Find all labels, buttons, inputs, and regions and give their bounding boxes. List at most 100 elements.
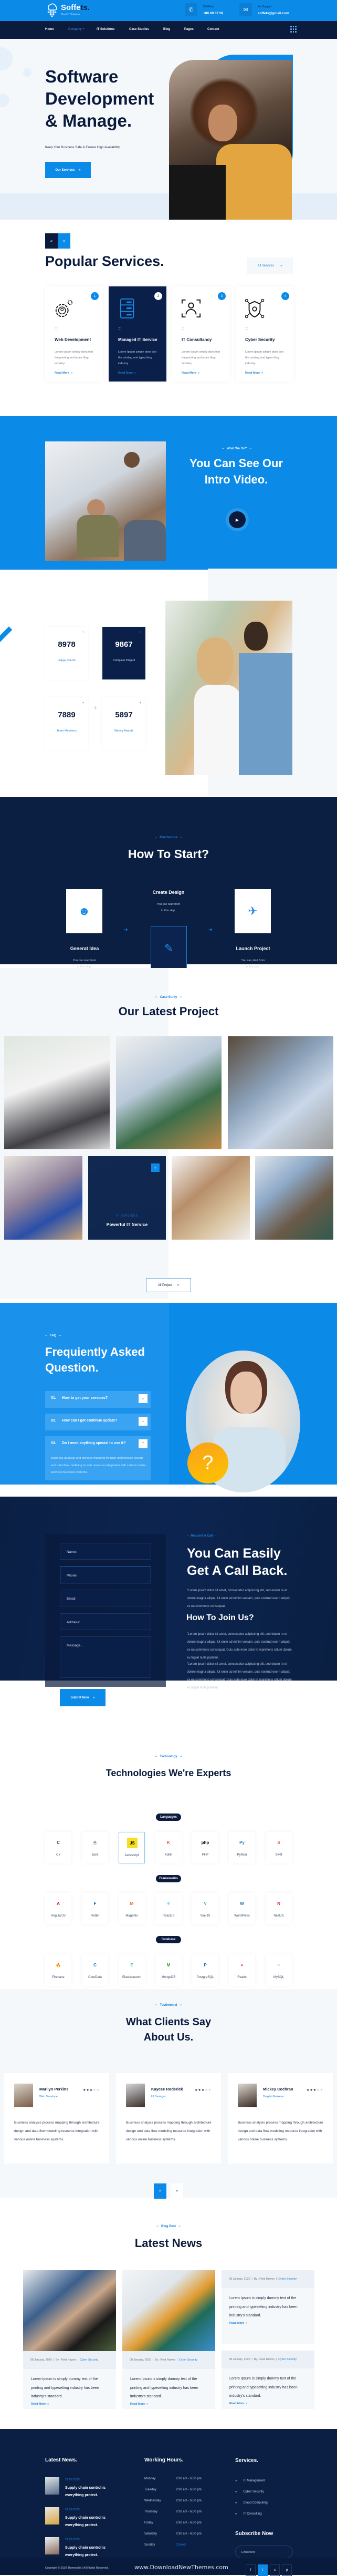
read-more-link[interactable]: Read More » — [245, 372, 263, 375]
skype-icon[interactable]: s — [270, 2564, 280, 2576]
facebook-icon[interactable]: f — [246, 2564, 256, 2576]
nav-home[interactable]: Home — [45, 28, 54, 31]
tech-card[interactable]: ~ MySQL — [266, 1954, 292, 1986]
tech-card[interactable]: S Swift — [266, 1832, 292, 1863]
tech-card[interactable]: C CoreData — [82, 1954, 108, 1986]
nav-pages[interactable]: Pages — [184, 28, 194, 31]
service-card[interactable]: 3 :::::: IT Consultancy Lorem Ipsum simp… — [172, 286, 230, 382]
email-field[interactable]: Email: — [60, 1590, 151, 1606]
service-card[interactable]: 4 :::::: Cyber Security Lorem Ipsum simp… — [236, 286, 293, 382]
hours-time: Closed — [176, 2543, 186, 2547]
support-email[interactable]: soffets@gmail.com — [258, 12, 289, 15]
tech-name: Flutter — [90, 1914, 100, 1918]
menu-grid-icon[interactable] — [290, 26, 297, 33]
all-project-button[interactable]: All Project» — [146, 1278, 191, 1292]
subscribe-email-input[interactable]: Email here — [235, 2546, 293, 2558]
nav-case-studies[interactable]: Case Studies — [129, 28, 149, 31]
play-button[interactable]: ▶ — [229, 511, 246, 528]
read-more-link[interactable]: Read More » — [55, 372, 72, 375]
project-photo[interactable] — [172, 1156, 250, 1240]
chevron-down-icon[interactable]: ⌄ — [139, 1394, 148, 1403]
footer-news-link[interactable]: Supply chain control is everything prote… — [65, 2515, 112, 2529]
tech-card[interactable]: ● Realm — [229, 1954, 255, 1986]
project-photo[interactable] — [255, 1156, 333, 1240]
footer-news-link[interactable]: Supply chain control is everything prote… — [65, 2544, 112, 2559]
project-featured[interactable]: + IT SERVICES Powerful IT Service — [88, 1156, 166, 1240]
hero-prev-button[interactable]: « — [45, 233, 58, 249]
nav-contact[interactable]: Contact — [207, 28, 219, 31]
tech-card[interactable]: F Flutter — [82, 1893, 108, 1924]
tech-card[interactable]: Py Python — [229, 1832, 255, 1863]
footer-news-date: 22.08.2020 — [65, 2508, 80, 2511]
message-field[interactable]: Message... — [60, 1636, 151, 1678]
footer-news-link[interactable]: Supply chain control is everything prote… — [65, 2485, 112, 2499]
footer-news-thumb[interactable] — [45, 2477, 59, 2495]
nav-it-solutions[interactable]: IT Solutions — [97, 28, 114, 31]
realm-logo-icon: ● — [240, 1962, 244, 1967]
tech-card[interactable]: M MongoDB — [155, 1954, 182, 1986]
news-card[interactable]: 08 January, 2020 | By : Reid Hawes | Cyb… — [122, 2270, 215, 2409]
call-value[interactable]: +88 69 37 58 — [203, 12, 223, 15]
twitter-icon[interactable]: t — [258, 2564, 268, 2576]
tech-card[interactable]: C C# — [45, 1832, 71, 1863]
our-services-button[interactable]: Our Services» — [45, 162, 91, 178]
tech-card[interactable]: ⚛ ReactJS — [155, 1893, 182, 1924]
address-field[interactable]: Address: — [60, 1613, 151, 1630]
tech-card[interactable]: N NestJS — [266, 1893, 292, 1924]
hours-day: Sunday — [144, 2543, 155, 2547]
all-services-button[interactable]: All Services» — [247, 257, 293, 274]
read-more-link[interactable]: Read More » — [182, 372, 199, 375]
testimonial-next-button[interactable]: » — [171, 2183, 183, 2199]
tech-card[interactable]: JS Javascript — [119, 1832, 145, 1863]
tech-card[interactable]: A AngularJS — [45, 1893, 71, 1924]
testimonial-prev-button[interactable]: « — [154, 2183, 166, 2199]
name-field[interactable]: Name: — [60, 1543, 151, 1560]
footer-service-link[interactable]: » IT Consulting — [235, 2512, 262, 2516]
chevron-down-icon[interactable]: ⌄ — [139, 1417, 148, 1426]
read-more-link[interactable]: Read More » — [229, 2402, 247, 2405]
project-photo[interactable] — [4, 1156, 82, 1240]
service-card[interactable]: 1 :::::: Web Development Lorem Ipsum sim… — [45, 286, 103, 382]
tech-card[interactable]: M Magento — [119, 1893, 145, 1924]
news-card[interactable]: 08 January, 2020 | By : Reid Hawes | Cyb… — [222, 2270, 314, 2344]
read-more-link[interactable]: Read More » — [31, 2403, 49, 2406]
tech-card[interactable]: 🔥 Firebase — [45, 1954, 71, 1986]
tech-card[interactable]: E Elasticsearch — [119, 1954, 145, 1986]
tech-card[interactable]: php PHP — [192, 1832, 218, 1863]
client-role: Deigital Marketer — [263, 2095, 285, 2098]
faq-item[interactable]: 02. How can I get continue update? ⌄ — [45, 1414, 151, 1430]
footer-news-thumb[interactable] — [45, 2537, 59, 2554]
read-more-link[interactable]: Read More » — [229, 2322, 247, 2325]
star-rating: ★★★★★ — [307, 2088, 323, 2092]
news-card[interactable]: 08 January, 2020 | By : Reid Hawes | Cyb… — [23, 2270, 116, 2409]
tech-card[interactable]: W WordPress — [229, 1893, 255, 1924]
project-photo[interactable] — [4, 1036, 110, 1149]
read-more-link[interactable]: Read More » — [130, 2403, 148, 2406]
faq-item[interactable]: 01. How to get your services? ⌄ — [45, 1391, 151, 1408]
tech-card[interactable]: K Kotlin — [155, 1832, 182, 1863]
footer-service-link[interactable]: » Cyber Security — [235, 2490, 264, 2493]
footer-service-link[interactable]: » IT Management — [235, 2479, 265, 2482]
plus-button[interactable]: + — [151, 1163, 160, 1172]
news-card[interactable]: 08 January, 2020 | By : Reid Hawes | Cyb… — [222, 2351, 314, 2409]
tech-card[interactable]: V Vue.JS — [192, 1893, 218, 1924]
nav-company[interactable]: Company + — [68, 28, 85, 31]
footer-service-link[interactable]: » Cloud Computing — [235, 2501, 268, 2505]
hero-next-button[interactable]: » — [58, 233, 70, 249]
chevron-up-icon[interactable]: ⌃ — [139, 1439, 148, 1448]
nav-blog[interactable]: Blog — [163, 28, 170, 31]
pinterest-icon[interactable]: p — [282, 2564, 292, 2576]
read-more-link[interactable]: Read More » — [118, 372, 136, 375]
tech-card[interactable]: ☕ Java — [82, 1832, 108, 1863]
tech-card[interactable]: P PostgreSQL — [192, 1954, 218, 1986]
submit-button[interactable]: Submit Now» — [60, 1689, 106, 1706]
project-photo[interactable] — [116, 1036, 222, 1149]
service-number: 1 — [91, 292, 99, 300]
footer-news-thumb[interactable] — [45, 2507, 59, 2525]
service-card[interactable]: 2 :::::: Managed IT Service Lorem Ipsum … — [109, 286, 166, 382]
logo[interactable]: Soffets. — [61, 3, 90, 12]
news-photo — [122, 2270, 215, 2351]
faq-item-open[interactable]: 03. Do I need anything special to use it… — [45, 1436, 151, 1480]
phone-field[interactable]: Phone: — [60, 1567, 151, 1583]
project-photo[interactable] — [228, 1036, 333, 1149]
